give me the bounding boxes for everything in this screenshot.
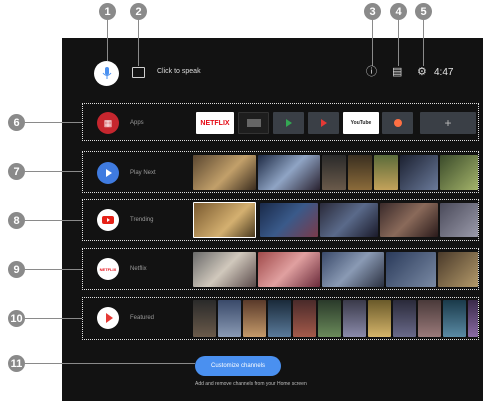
microphone-icon (102, 67, 111, 79)
callout-marker: 10 (8, 310, 25, 327)
callout-leader (25, 122, 82, 123)
content-tile[interactable] (218, 300, 241, 337)
callout-leader (25, 171, 82, 172)
row-label: Trending (130, 217, 154, 223)
content-tile[interactable] (348, 155, 372, 190)
callout-leader (107, 20, 108, 61)
content-tile[interactable] (258, 252, 320, 287)
content-tile[interactable] (440, 155, 478, 190)
callout-leader (25, 220, 82, 221)
row-label: Apps (130, 120, 144, 126)
content-tile[interactable] (193, 155, 256, 190)
youtube-app-tile[interactable]: YouTube (343, 112, 379, 134)
callout-leader (25, 269, 82, 270)
content-tile[interactable] (386, 252, 436, 287)
row-label: Featured (130, 315, 155, 321)
content-tile[interactable] (193, 252, 256, 287)
content-tile[interactable] (443, 300, 466, 337)
content-tile[interactable] (322, 252, 384, 287)
content-tile-selected[interactable] (193, 202, 256, 238)
callout-leader (25, 318, 82, 319)
callout-marker: 8 (8, 212, 25, 229)
callout-marker: 9 (8, 261, 25, 278)
customize-channels-button[interactable]: Customize channels (195, 356, 281, 376)
play-music-tile[interactable] (382, 112, 413, 134)
play-store-tile[interactable] (273, 112, 304, 134)
netflix-app-tile[interactable]: NETFLIX (196, 112, 234, 134)
content-tile[interactable] (440, 203, 478, 237)
callout-marker: 3 (364, 3, 381, 20)
callout-marker: 2 (130, 3, 147, 20)
play-triangle-icon (320, 119, 327, 127)
netflix-icon[interactable]: NETFLIX (97, 258, 119, 280)
play-movies-icon[interactable] (97, 307, 119, 329)
notification-icon[interactable]: ⓘ (366, 67, 377, 78)
content-tile[interactable] (438, 252, 478, 287)
input-source-icon[interactable]: ▤ (392, 67, 402, 78)
content-tile[interactable] (258, 155, 320, 190)
play-movies-logo (105, 313, 113, 323)
callout-marker: 6 (8, 114, 25, 131)
content-tile[interactable] (268, 300, 291, 337)
content-tile[interactable] (393, 300, 416, 337)
callout-marker: 11 (8, 355, 25, 372)
content-tile[interactable] (193, 300, 216, 337)
add-app-tile[interactable]: + (420, 112, 476, 134)
music-icon (393, 119, 402, 127)
netflix-logo: NETFLIX (99, 266, 117, 272)
row-label: Netflix (130, 266, 147, 272)
content-tile[interactable] (374, 155, 398, 190)
content-tile[interactable] (322, 155, 346, 190)
callout-marker: 7 (8, 163, 25, 180)
content-tile[interactable] (243, 300, 266, 337)
callout-leader (372, 20, 373, 66)
clock: 4:47 (434, 67, 454, 78)
gear-icon[interactable]: ⚙ (417, 67, 427, 78)
app-tile[interactable] (238, 112, 269, 134)
content-tile[interactable] (468, 300, 478, 337)
content-tile[interactable] (343, 300, 366, 337)
youtube-logo (102, 216, 114, 224)
content-tile[interactable] (380, 203, 438, 237)
apps-grid-icon[interactable]: ▦ (97, 112, 119, 134)
content-tile[interactable] (418, 300, 441, 337)
play-movies-tile[interactable] (308, 112, 339, 134)
play-triangle-icon (285, 119, 292, 127)
callout-leader (423, 20, 424, 66)
tv-icon (246, 119, 261, 127)
callout-marker: 5 (415, 3, 432, 20)
callout-leader (138, 20, 139, 66)
speak-prompt: Click to speak (157, 68, 201, 75)
content-tile[interactable] (320, 203, 378, 237)
callout-marker: 1 (99, 3, 116, 20)
keyboard-icon[interactable] (132, 67, 145, 78)
row-label: Play Next (130, 170, 156, 176)
play-next-icon[interactable] (97, 162, 119, 184)
play-icon (106, 169, 112, 177)
callout-marker: 4 (390, 3, 407, 20)
content-tile[interactable] (400, 155, 438, 190)
content-tile[interactable] (260, 203, 318, 237)
youtube-icon[interactable] (97, 209, 119, 231)
content-tile[interactable] (318, 300, 341, 337)
callout-leader (398, 20, 399, 66)
voice-search-button[interactable] (94, 61, 119, 86)
customize-hint: Add and remove channels from your Home s… (195, 381, 307, 387)
content-tile[interactable] (293, 300, 316, 337)
content-tile[interactable] (368, 300, 391, 337)
callout-leader (25, 363, 195, 364)
